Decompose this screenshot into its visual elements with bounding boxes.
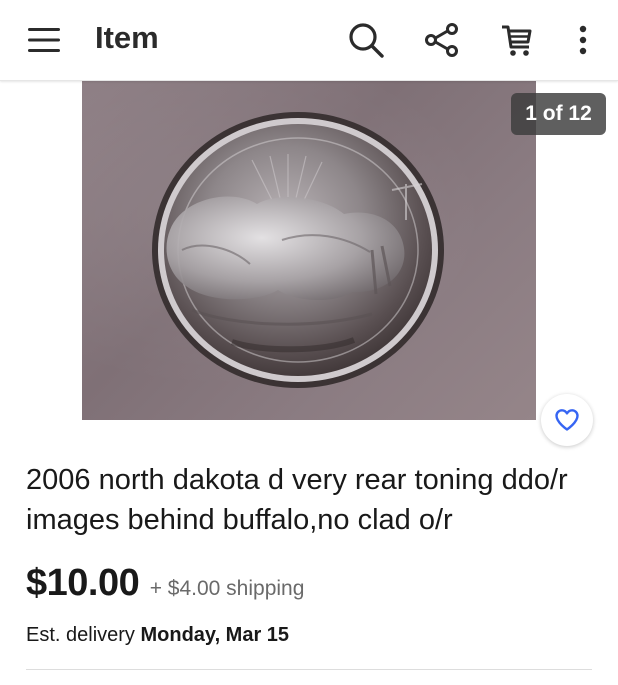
cart-button[interactable] [490,0,544,80]
watch-button[interactable] [541,394,593,446]
item-photo[interactable] [82,80,536,420]
share-button[interactable] [416,0,468,80]
image-counter: 1 of 12 [511,93,606,135]
more-options-button[interactable] [566,0,600,80]
cart-icon [502,25,532,56]
hamburger-menu-icon [28,28,60,52]
image-gallery[interactable]: 1 of 12 [0,80,618,452]
search-icon [349,23,384,58]
delivery-label: Est. delivery [26,624,135,646]
heart-icon [555,409,579,431]
share-icon [425,23,458,57]
delivery-estimate: Est. delivery Monday, Mar 15 [26,624,289,647]
listing-title: 2006 north dakota d very rear toning ddo… [26,464,568,536]
menu-button[interactable] [18,0,70,80]
divider [26,669,592,670]
item-price: $10.00 [26,562,140,604]
search-button[interactable] [340,0,392,80]
page-title: Item [95,20,159,55]
price-row: $10.00 + $4.00 shipping [26,562,304,612]
delivery-date: Monday, Mar 15 [140,624,290,646]
shipping-cost: + $4.00 shipping [149,577,305,600]
more-vertical-icon [579,25,587,55]
coin-image [152,112,444,388]
app-bar: Item [0,0,618,81]
